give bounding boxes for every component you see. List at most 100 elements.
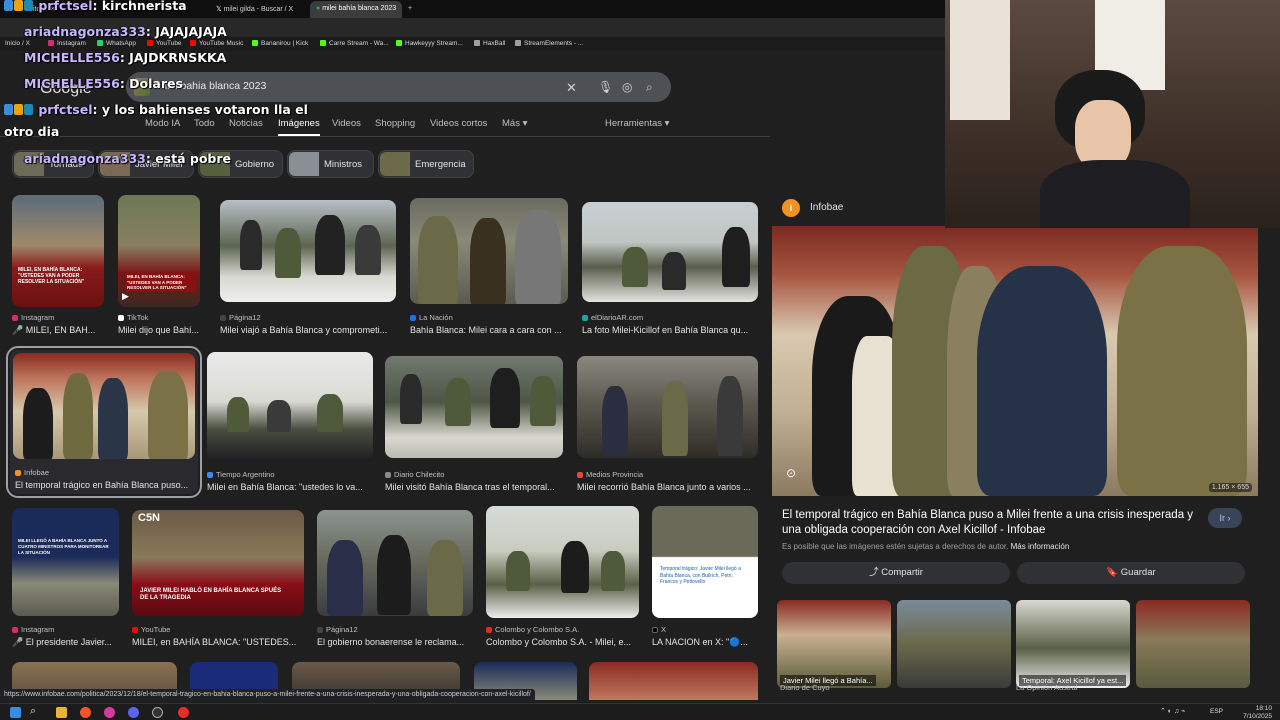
discord-icon[interactable]: [128, 707, 139, 718]
search-icon[interactable]: ⌕: [646, 80, 653, 95]
lens-icon[interactable]: ◎: [622, 80, 632, 94]
result-image[interactable]: [207, 352, 373, 462]
result-tile[interactable]: Página12 El gobierno bonaerense le recla…: [317, 510, 473, 650]
divider: [0, 136, 770, 137]
app-icon[interactable]: [104, 707, 115, 718]
result-tile[interactable]: MILEI, EN BAHÍA BLANCA: "USTEDES VAN A P…: [118, 195, 200, 340]
chip-ministros[interactable]: Ministros: [287, 150, 374, 178]
new-tab-button[interactable]: +: [402, 1, 416, 18]
result-image[interactable]: [589, 662, 758, 700]
bookmark[interactable]: Inicio / X: [5, 40, 30, 47]
result-caption[interactable]: Milei dijo que Bahí...: [118, 325, 200, 335]
tab-shopping[interactable]: Shopping: [375, 118, 415, 129]
search-input[interactable]: milei bahia blanca 2023 ✕ 🎙 ◎ ⌕: [126, 72, 671, 102]
microphone-icon[interactable]: 🎙: [598, 80, 613, 94]
result-tile[interactable]: Temporal trágico: Javier Milei llegó a B…: [652, 506, 758, 650]
more-info-link[interactable]: Más información: [1011, 542, 1070, 551]
result-image[interactable]: MILEI, EN BAHÍA BLANCA: "USTEDES VAN A P…: [118, 195, 200, 307]
result-caption[interactable]: El gobierno bonaerense le reclama...: [317, 637, 473, 647]
result-image[interactable]: [577, 356, 758, 458]
result-tile[interactable]: elDiarioAR.com La foto Milei-Kicillof en…: [582, 202, 758, 340]
result-image[interactable]: [13, 353, 195, 459]
search-icon[interactable]: ⌕: [30, 705, 36, 718]
bookmark[interactable]: Bananirou | Kick: [252, 40, 308, 47]
related-image[interactable]: [897, 600, 1011, 688]
panel-source[interactable]: Infobae: [810, 202, 843, 213]
result-caption[interactable]: Milei recorrió Bahía Blanca junto a vari…: [577, 482, 758, 492]
result-tile[interactable]: Colombo y Colombo S.A. Colombo y Colombo…: [486, 506, 639, 650]
result-caption[interactable]: Milei visitó Bahía Blanca tras el tempor…: [385, 482, 563, 492]
result-source: Instagram: [12, 625, 119, 634]
result-image[interactable]: MILEI LLEGÓ A BAHÍA BLANCA JUNTO A CUATR…: [12, 508, 119, 616]
clock[interactable]: 18:10 7/10/2025: [1243, 705, 1272, 720]
result-tile[interactable]: MILEI LLEGÓ A BAHÍA BLANCA JUNTO A CUATR…: [12, 508, 119, 650]
tab-noticias[interactable]: Noticias: [229, 118, 263, 129]
tools-button[interactable]: Herramientas ▾: [605, 118, 669, 129]
result-caption[interactable]: 🎤 MILEI, EN BAH...: [12, 325, 104, 336]
share-button[interactable]: ⤴ Compartir: [782, 562, 1010, 584]
language-indicator[interactable]: ESP: [1210, 708, 1223, 715]
result-tile[interactable]: La Nación Bahía Blanca: Milei cara a car…: [410, 198, 568, 340]
bookmark[interactable]: Instagram: [48, 40, 86, 47]
browser-tab-active[interactable]: ● milei bahía blanca 2023: [310, 1, 402, 18]
recording-icon[interactable]: [178, 707, 189, 718]
result-image[interactable]: MILEI, EN BAHÍA BLANCA: "USTEDES VAN A P…: [12, 195, 104, 307]
tab-videos-cortos[interactable]: Videos cortos: [430, 118, 487, 129]
bookmark[interactable]: Carre Stream - Wa...: [320, 40, 389, 47]
result-image[interactable]: [385, 356, 563, 458]
panel-title[interactable]: El temporal trágico en Bahía Blanca puso…: [782, 508, 1202, 538]
bookmark[interactable]: YouTube: [147, 40, 182, 47]
result-caption[interactable]: LA NACION en X: "🔵...: [652, 637, 758, 648]
result-image[interactable]: [486, 506, 639, 618]
result-image[interactable]: C5N JAVIER MILEI HABLÓ EN BAHÍA BLANCA S…: [132, 510, 304, 616]
related-image[interactable]: Javier Milei llegó a Bahía...: [777, 600, 891, 688]
bookmark[interactable]: WhatsApp: [97, 40, 136, 47]
result-image[interactable]: [582, 202, 758, 302]
result-source: Instagram: [12, 313, 104, 322]
save-button[interactable]: 🔖 Guardar: [1017, 562, 1245, 584]
result-caption[interactable]: Colombo y Colombo S.A. - Milei, e...: [486, 637, 639, 647]
result-caption[interactable]: MILEI, en BAHÍA BLANCA: "USTEDES...: [132, 637, 304, 647]
tab-todo[interactable]: Todo: [194, 118, 215, 129]
windows-start-icon[interactable]: [10, 707, 21, 718]
folder-icon[interactable]: [56, 707, 67, 718]
result-image[interactable]: [317, 510, 473, 616]
bookmark[interactable]: Hawkeyyy Stream...: [396, 40, 463, 47]
result-tile[interactable]: Página12 Milei viajó a Bahía Blanca y co…: [220, 200, 396, 340]
related-image[interactable]: [1136, 600, 1250, 688]
result-tile[interactable]: Medios Provincia Milei recorrió Bahía Bl…: [577, 356, 758, 494]
result-image[interactable]: Temporal trágico: Javier Milei llegó a B…: [652, 506, 758, 618]
result-caption[interactable]: La foto Milei-Kicillof en Bahía Blanca q…: [582, 325, 758, 335]
tab-imagenes[interactable]: Imágenes: [278, 118, 320, 136]
result-image[interactable]: [220, 200, 396, 302]
tab-videos[interactable]: Videos: [332, 118, 361, 129]
result-image[interactable]: [410, 198, 568, 304]
result-caption[interactable]: Milei en Bahía Blanca: "ustedes lo va...: [207, 482, 373, 492]
bookmark[interactable]: HaxBall: [474, 40, 505, 47]
result-caption[interactable]: 🎤 El presidente Javier...: [12, 637, 119, 648]
result-tile-selected[interactable]: Infobae El temporal trágico en Bahía Bla…: [6, 346, 202, 498]
result-tile[interactable]: C5N JAVIER MILEI HABLÓ EN BAHÍA BLANCA S…: [132, 510, 304, 650]
clear-icon[interactable]: ✕: [566, 80, 577, 96]
result-tile[interactable]: Diario Chilecito Milei visitó Bahía Blan…: [385, 356, 563, 494]
related-image[interactable]: Temporal: Axel Kicillof ya est...: [1016, 600, 1130, 688]
tab-mas[interactable]: Más ▾: [502, 118, 527, 129]
brave-icon[interactable]: [80, 707, 91, 718]
result-caption[interactable]: El temporal trágico en Bahía Blanca puso…: [15, 480, 195, 490]
result-caption[interactable]: Bahía Blanca: Milei cara a cara con ...: [410, 325, 568, 335]
visit-button[interactable]: Ir ›: [1208, 508, 1242, 528]
preview-image[interactable]: 1.165 × 655 ⊙: [772, 226, 1258, 496]
lens-search-icon[interactable]: ⊙: [786, 466, 796, 480]
tray-icons[interactable]: ⌃ ◐ ♫ ⌁: [1160, 707, 1185, 715]
result-tile[interactable]: MILEI, EN BAHÍA BLANCA: "USTEDES VAN A P…: [12, 195, 104, 340]
chip-emergencia[interactable]: Emergencia: [378, 150, 474, 178]
bookmark[interactable]: StreamElements - ...: [515, 40, 583, 47]
bookmark[interactable]: YouTube Music: [190, 40, 243, 47]
result-tile[interactable]: Tiempo Argentino Milei en Bahía Blanca: …: [207, 352, 373, 494]
tab-modo-ia[interactable]: Modo IA: [145, 118, 180, 129]
screen: Twitch ✕ 𝕏 milei gilda - Buscar / X ● mil…: [0, 0, 1280, 720]
play-icon: ▶: [122, 291, 129, 301]
obs-icon[interactable]: [152, 707, 163, 718]
browser-tab[interactable]: 𝕏 milei gilda - Buscar / X: [210, 1, 305, 18]
result-caption[interactable]: Milei viajó a Bahía Blanca y comprometi.…: [220, 325, 396, 335]
